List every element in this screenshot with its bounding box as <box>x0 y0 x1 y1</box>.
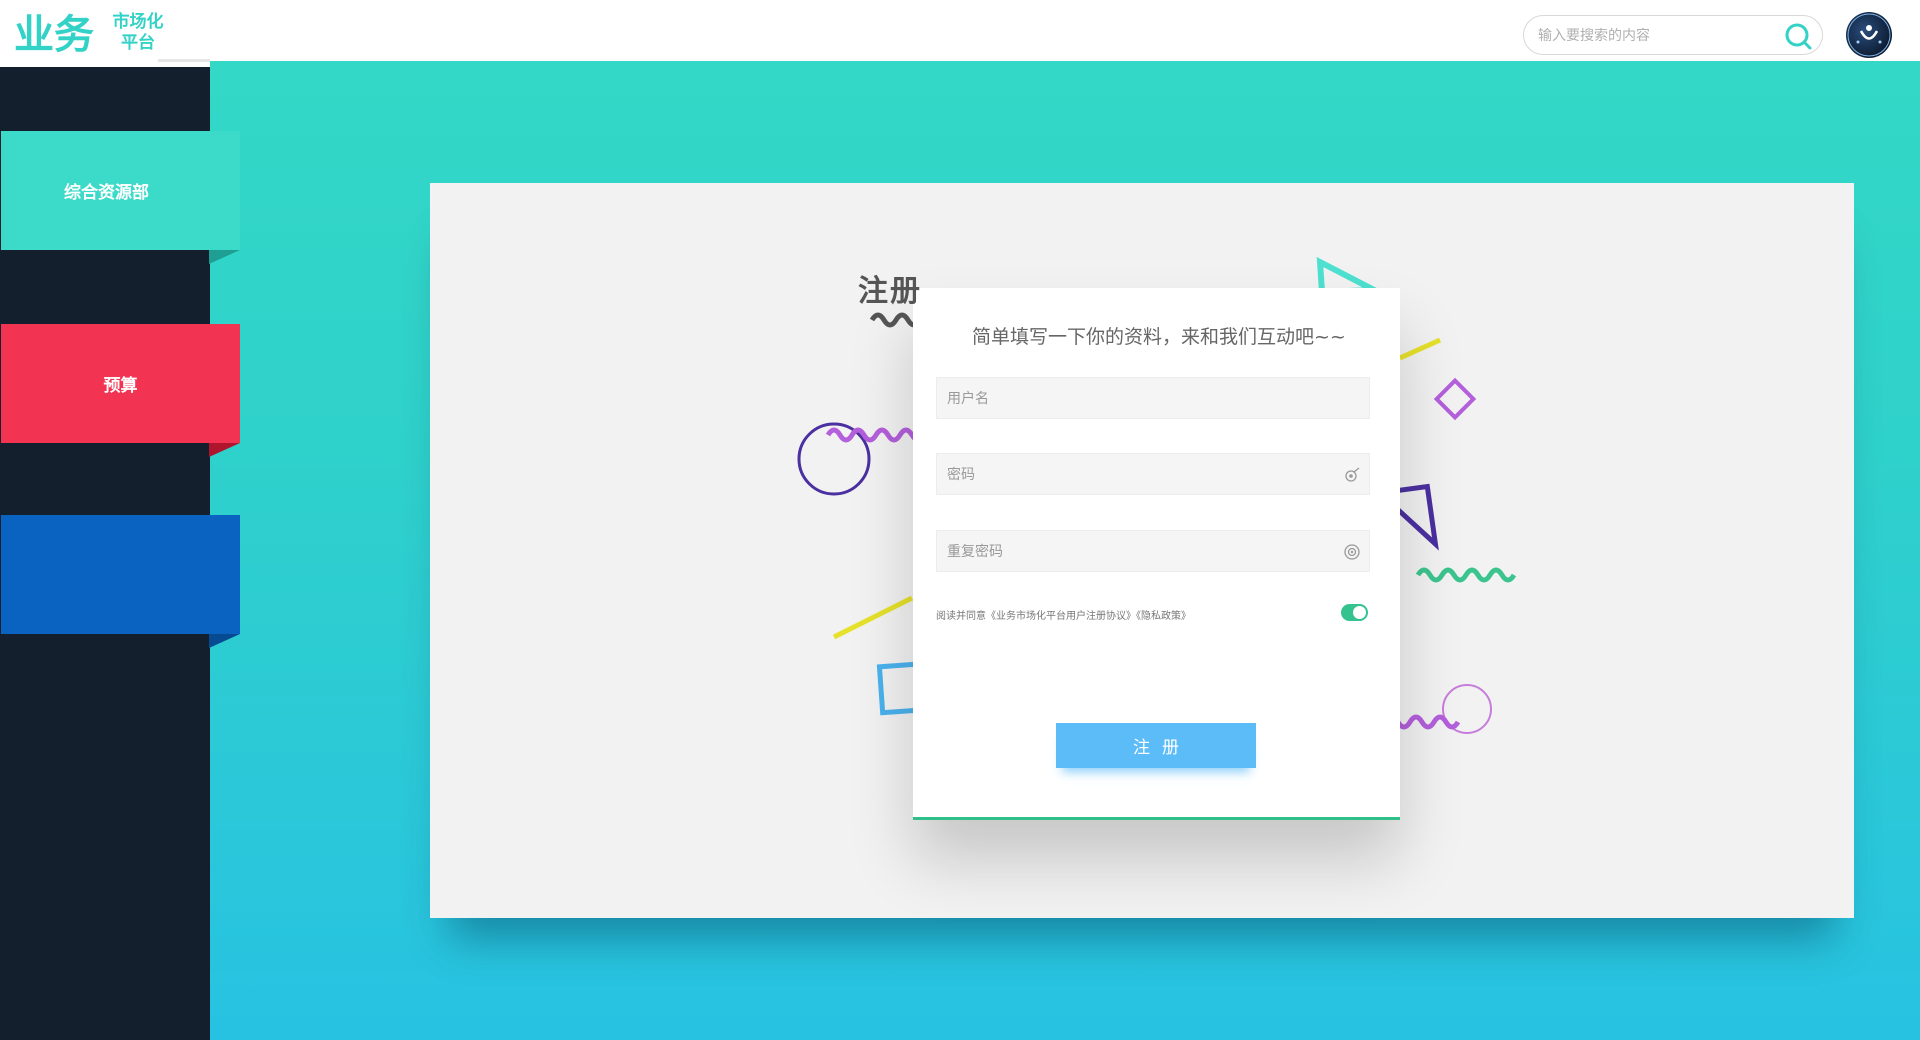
ribbon-fold <box>209 250 240 264</box>
search-input[interactable] <box>1538 25 1778 47</box>
sidebar-item-label: 预算 <box>103 376 138 396</box>
ribbon-fold <box>209 443 240 457</box>
logo-line-1: 市场化 <box>112 12 164 32</box>
sidebar-item-resources[interactable]: 综合资源部 <box>1 131 240 250</box>
top-header: 业务 市场化 平台 <box>0 0 1920 62</box>
search-icon[interactable] <box>1784 22 1812 50</box>
logo-line-2: 平台 <box>121 33 155 53</box>
agreement-text[interactable]: 阅读并同意《业务市场化平台用户注册协议》《隐私政策》 <box>936 607 1191 622</box>
app-logo[interactable]: 业务 市场化 平台 <box>14 10 166 56</box>
username-field <box>936 377 1370 419</box>
sidebar-item-budget[interactable]: 预算 <box>1 324 240 443</box>
user-avatar[interactable] <box>1846 12 1892 58</box>
confirm-password-field <box>936 530 1370 572</box>
search-box <box>1523 15 1823 55</box>
register-card: 简单填写一下你的资料，来和我们互动吧~~ 阅读并同意《业务市场化平台用户注册协议… <box>913 288 1400 820</box>
logo-text: 市场化 平台 <box>110 12 166 54</box>
logo-mark-icon: 业务 <box>14 12 94 56</box>
form-subtitle: 简单填写一下你的资料，来和我们互动吧~~ <box>972 326 1346 348</box>
password-visibility-icon[interactable] <box>1343 466 1361 484</box>
page-title: 注册 <box>858 274 922 309</box>
password-field <box>936 453 1370 495</box>
svg-text:业务: 业务 <box>14 12 94 56</box>
avatar-icon <box>1847 13 1891 57</box>
agreement-toggle[interactable] <box>1341 604 1368 621</box>
username-input[interactable] <box>947 388 1327 410</box>
confirm-visibility-icon[interactable] <box>1343 543 1361 561</box>
password-input[interactable] <box>947 464 1327 486</box>
sidebar-item-label: 综合资源部 <box>64 183 149 203</box>
confirm-password-input[interactable] <box>947 541 1327 563</box>
register-button[interactable]: 注册 <box>1056 723 1256 768</box>
logo-divider <box>158 59 210 62</box>
sidebar-item-blue[interactable] <box>1 515 240 634</box>
ribbon-fold <box>209 634 240 648</box>
